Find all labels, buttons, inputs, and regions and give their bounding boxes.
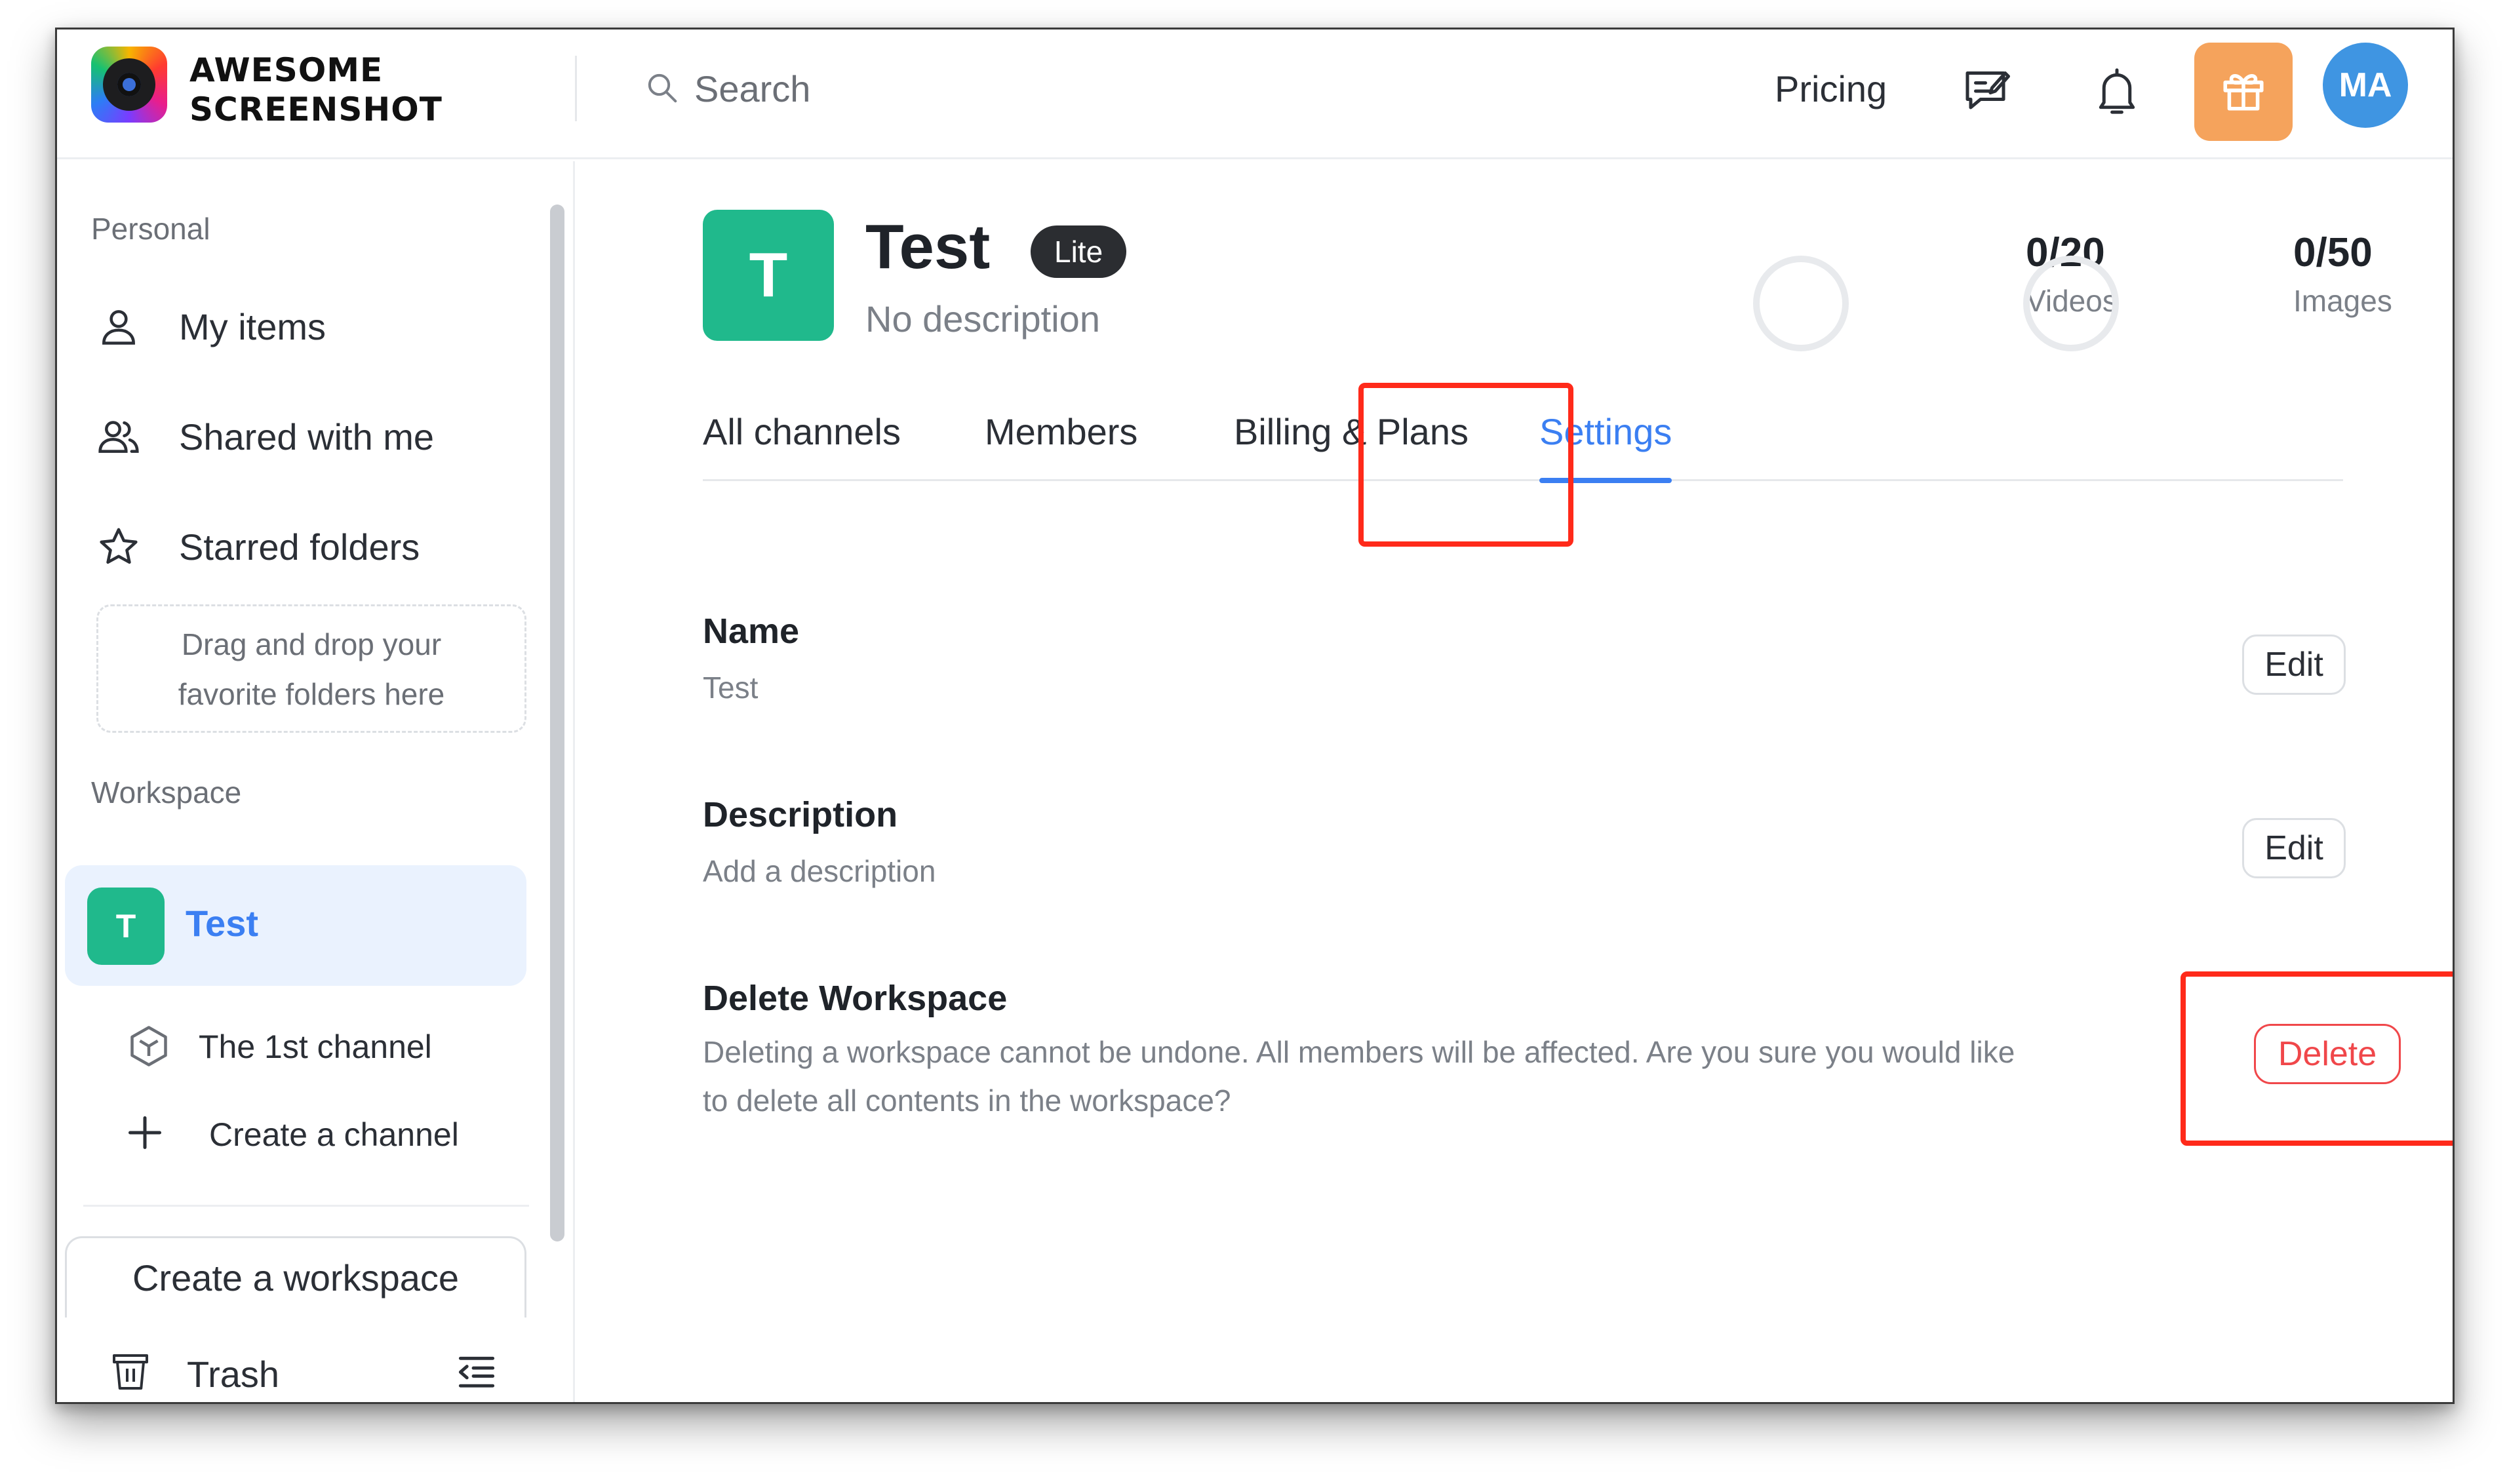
create-channel-button[interactable]: Create a channel xyxy=(125,1099,519,1171)
channel-cube-icon xyxy=(130,1026,167,1066)
name-setting-value: Test xyxy=(703,671,759,705)
sidebar-item-label: My items xyxy=(179,306,326,347)
sidebar-item-my-items[interactable]: My items xyxy=(96,286,542,364)
app-window: AWESOME SCREENSHOT Pricing xyxy=(55,28,2455,1404)
name-setting-title: Name xyxy=(703,612,800,651)
gift-icon xyxy=(2223,74,2264,111)
brand-line-2: SCREENSHOT xyxy=(189,90,443,128)
delete-warning-line-1: Deleting a workspace cannot be undone. A… xyxy=(703,1035,2015,1069)
channel-label: The 1st channel xyxy=(199,1028,432,1065)
create-workspace-button[interactable]: Create a workspace xyxy=(65,1236,526,1318)
sidebar-scrollbar[interactable] xyxy=(550,205,564,1241)
workspace-description: No description xyxy=(865,298,1100,340)
delete-button-highlight xyxy=(2181,971,2453,1146)
description-setting-value: Add a description xyxy=(703,854,936,888)
brand-line-1: AWESOME xyxy=(189,51,384,89)
sidebar-item-channel[interactable]: The 1st channel xyxy=(125,1007,519,1079)
workspace-avatar: T xyxy=(703,210,834,341)
workspace-title: Test xyxy=(865,212,991,282)
edit-name-button[interactable]: Edit xyxy=(2242,635,2346,695)
plus-icon xyxy=(128,1116,161,1149)
videos-progress-ring xyxy=(1753,256,1849,351)
tab-all-channels[interactable]: All channels xyxy=(703,410,901,481)
trash-label: Trash xyxy=(187,1354,280,1395)
sidebar-item-shared-with-me[interactable]: Shared with me xyxy=(96,396,542,475)
search-input[interactable] xyxy=(694,64,1219,113)
feedback-icon[interactable] xyxy=(1961,65,2013,117)
sidebar-item-workspace-test[interactable]: T Test xyxy=(65,865,526,986)
collapse-sidebar-icon[interactable] xyxy=(456,1352,498,1391)
user-avatar[interactable]: MA xyxy=(2323,43,2408,128)
header-divider xyxy=(575,56,577,121)
sidebar-item-trash[interactable]: Trash xyxy=(111,1341,439,1402)
images-label: Images xyxy=(2293,284,2392,318)
dropzone-line-2: favorite folders here xyxy=(178,677,445,711)
top-header: AWESOME SCREENSHOT Pricing xyxy=(57,29,2453,159)
sidebar-divider xyxy=(83,1205,529,1207)
workspace-name: Test xyxy=(186,903,258,944)
awesome-screenshot-logo-icon[interactable] xyxy=(91,47,167,123)
images-count: 0/50 xyxy=(2293,230,2373,275)
plan-badge: Lite xyxy=(1031,225,1127,278)
sidebar-item-starred-folders[interactable]: Starred folders xyxy=(96,506,542,585)
delete-workspace-title: Delete Workspace xyxy=(703,979,1008,1018)
tab-members[interactable]: Members xyxy=(985,410,1137,481)
users-icon xyxy=(98,421,139,453)
workspace-badge: T xyxy=(87,888,165,965)
sidebar-item-label: Starred folders xyxy=(179,526,420,568)
main-content: T Test Lite No description 0/20 Videos 0… xyxy=(577,161,2453,1402)
images-progress-ring xyxy=(2023,256,2119,351)
create-channel-label: Create a channel xyxy=(209,1116,459,1153)
delete-warning-line-2: to delete all contents in the workspace? xyxy=(703,1084,1231,1118)
sidebar: Personal My items Shared with me Starred… xyxy=(57,161,575,1402)
search-icon xyxy=(648,73,677,103)
favorite-folders-dropzone[interactable]: Drag and drop your favorite folders here xyxy=(96,604,526,733)
user-icon xyxy=(102,310,135,345)
trash-icon xyxy=(113,1354,148,1390)
dropzone-line-1: Drag and drop your xyxy=(181,627,442,661)
brand-name[interactable]: AWESOME SCREENSHOT xyxy=(189,50,443,129)
edit-description-button[interactable]: Edit xyxy=(2242,818,2346,878)
notification-bell-icon[interactable] xyxy=(2091,64,2143,119)
workspace-heading: Workspace xyxy=(91,775,242,810)
sidebar-item-label: Shared with me xyxy=(179,416,435,458)
description-setting-title: Description xyxy=(703,795,898,834)
personal-heading: Personal xyxy=(91,212,210,246)
pricing-link[interactable]: Pricing xyxy=(1775,68,1887,110)
settings-tab-highlight xyxy=(1358,383,1573,547)
gift-button[interactable] xyxy=(2194,43,2293,141)
star-icon xyxy=(100,528,138,564)
delete-workspace-warning: Deleting a workspace cannot be undone. A… xyxy=(703,1028,2093,1125)
